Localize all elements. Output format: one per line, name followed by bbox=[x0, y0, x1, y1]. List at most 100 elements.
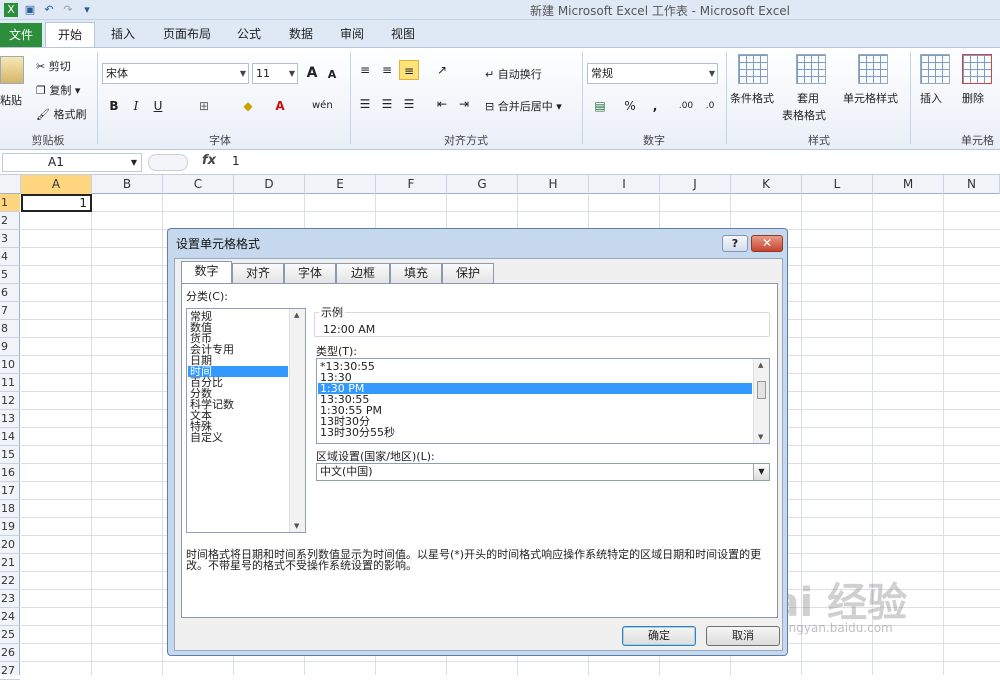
cancel-button[interactable]: 取消 bbox=[706, 626, 780, 646]
row-header[interactable]: 3 bbox=[0, 230, 20, 248]
column-header[interactable]: F bbox=[376, 175, 447, 194]
cell-a1[interactable]: 1 bbox=[21, 194, 92, 212]
column-header[interactable]: B bbox=[92, 175, 163, 194]
column-header[interactable]: J bbox=[660, 175, 731, 194]
phonetic-icon[interactable]: wén bbox=[312, 96, 333, 116]
scroll-up-icon[interactable]: ▲ bbox=[294, 311, 299, 319]
percent-button[interactable]: % bbox=[620, 96, 640, 116]
conditional-format-button[interactable]: 条件格式 bbox=[730, 90, 774, 106]
font-size-combo[interactable]: 11 ▼ bbox=[252, 63, 298, 84]
column-header[interactable]: L bbox=[802, 175, 873, 194]
delete-cells-icon[interactable] bbox=[962, 54, 992, 84]
formula-bar-resize-handle[interactable] bbox=[148, 154, 188, 171]
row-header[interactable]: 23 bbox=[0, 590, 20, 608]
row-header[interactable]: 25 bbox=[0, 626, 20, 644]
undo-icon[interactable]: ↶ bbox=[42, 3, 56, 17]
type-scrollbar[interactable]: ▲ ▼ bbox=[753, 359, 769, 443]
row-header[interactable]: 1 bbox=[0, 194, 20, 212]
number-format-combo[interactable]: 常规 ▼ bbox=[587, 63, 718, 84]
row-header[interactable]: 27 bbox=[0, 662, 20, 680]
column-header[interactable]: E bbox=[305, 175, 376, 194]
row-header[interactable]: 17 bbox=[0, 482, 20, 500]
align-right-icon[interactable]: ☰ bbox=[399, 94, 419, 114]
scroll-up-icon[interactable]: ▲ bbox=[758, 361, 763, 369]
italic-button[interactable]: I bbox=[126, 96, 146, 116]
row-header[interactable]: 18 bbox=[0, 500, 20, 518]
row-header[interactable]: 4 bbox=[0, 248, 20, 266]
row-header[interactable]: 12 bbox=[0, 392, 20, 410]
underline-button[interactable]: U bbox=[148, 96, 168, 116]
row-header[interactable]: 6 bbox=[0, 284, 20, 302]
list-item[interactable]: 自定义 bbox=[188, 432, 288, 443]
category-list[interactable]: 常规 数值 货币 会计专用 日期 时间 百分比 分数 科学记数 文本 特殊 自定… bbox=[186, 308, 306, 533]
column-header[interactable]: M bbox=[873, 175, 944, 194]
font-color-icon[interactable]: A bbox=[270, 96, 290, 116]
insert-function-button[interactable]: fx bbox=[202, 153, 216, 168]
align-center-icon[interactable]: ☰ bbox=[377, 94, 397, 114]
cut-button[interactable]: ✂ 剪切 bbox=[36, 58, 71, 74]
row-header[interactable]: 11 bbox=[0, 374, 20, 392]
border-icon[interactable]: ⊞ bbox=[194, 96, 214, 116]
row-header[interactable]: 8 bbox=[0, 320, 20, 338]
redo-icon[interactable]: ↷ bbox=[61, 3, 75, 17]
format-painter-button[interactable]: 🖌 格式刷 bbox=[36, 106, 86, 122]
tab-protection[interactable]: 保护 bbox=[442, 263, 494, 283]
column-header[interactable]: I bbox=[589, 175, 660, 194]
column-header[interactable]: H bbox=[518, 175, 589, 194]
row-header[interactable]: 19 bbox=[0, 518, 20, 536]
tab-home[interactable]: 开始 bbox=[45, 22, 95, 47]
column-header[interactable]: N bbox=[944, 175, 1000, 194]
font-name-combo[interactable]: 宋体 ▼ bbox=[102, 63, 249, 84]
formula-input[interactable]: 1 bbox=[232, 154, 240, 168]
column-header[interactable]: G bbox=[447, 175, 518, 194]
increase-indent-icon[interactable]: ⇥ bbox=[454, 94, 474, 114]
row-header[interactable]: 24 bbox=[0, 608, 20, 626]
name-box[interactable]: A1 ▼ bbox=[2, 153, 142, 172]
row-header[interactable]: 5 bbox=[0, 266, 20, 284]
tab-data[interactable]: 数据 bbox=[284, 24, 318, 47]
row-header[interactable]: 7 bbox=[0, 302, 20, 320]
scroll-down-icon[interactable]: ▼ bbox=[758, 433, 763, 441]
list-item[interactable]: 13时30分55秒 bbox=[318, 427, 752, 438]
row-header[interactable]: 2 bbox=[0, 212, 20, 230]
tab-view[interactable]: 视图 bbox=[386, 24, 420, 47]
tab-font[interactable]: 字体 bbox=[284, 263, 336, 283]
locale-select[interactable]: 中文(中国) ▼ bbox=[316, 463, 770, 481]
shrink-font-button[interactable]: A bbox=[322, 65, 342, 85]
column-header[interactable]: D bbox=[234, 175, 305, 194]
row-header[interactable]: 21 bbox=[0, 554, 20, 572]
column-header[interactable]: K bbox=[731, 175, 802, 194]
row-header[interactable]: 22 bbox=[0, 572, 20, 590]
tab-border[interactable]: 边框 bbox=[336, 263, 390, 283]
list-item[interactable]: 13:30:55 bbox=[318, 394, 752, 405]
decrease-decimal-icon[interactable]: .0 bbox=[700, 96, 720, 116]
align-top-icon[interactable]: ≡ bbox=[355, 60, 375, 80]
paste-button[interactable]: 粘贴 bbox=[0, 92, 22, 108]
format-as-table-button-line2[interactable]: 表格格式 bbox=[782, 107, 826, 123]
insert-cells-button[interactable]: 插入 bbox=[920, 90, 942, 106]
grow-font-button[interactable]: A bbox=[302, 63, 322, 83]
close-button[interactable]: ✕ bbox=[751, 235, 783, 252]
cell-styles-icon[interactable] bbox=[858, 54, 888, 84]
row-header[interactable]: 13 bbox=[0, 410, 20, 428]
format-as-table-button-line1[interactable]: 套用 bbox=[797, 90, 819, 106]
orientation-icon[interactable]: ↗ bbox=[432, 60, 452, 80]
help-button[interactable]: ? bbox=[722, 235, 748, 252]
decrease-indent-icon[interactable]: ⇤ bbox=[432, 94, 452, 114]
type-list[interactable]: *13:30:55 13:30 1:30 PM 13:30:55 1:30:55… bbox=[316, 358, 770, 444]
cell-styles-button[interactable]: 单元格样式 bbox=[843, 90, 898, 106]
row-header[interactable]: 14 bbox=[0, 428, 20, 446]
bold-button[interactable]: B bbox=[104, 96, 124, 116]
conditional-format-icon[interactable] bbox=[738, 54, 768, 84]
wrap-text-button[interactable]: ↵ 自动换行 bbox=[485, 66, 542, 82]
row-header[interactable]: 15 bbox=[0, 446, 20, 464]
list-item[interactable]: 1:30:55 PM bbox=[318, 405, 752, 416]
align-middle-icon[interactable]: ≡ bbox=[377, 60, 397, 80]
scroll-down-icon[interactable]: ▼ bbox=[294, 522, 299, 530]
row-header[interactable]: 16 bbox=[0, 464, 20, 482]
tab-review[interactable]: 审阅 bbox=[335, 24, 369, 47]
tab-insert[interactable]: 插入 bbox=[105, 24, 141, 47]
row-header[interactable]: 20 bbox=[0, 536, 20, 554]
column-header[interactable]: A bbox=[21, 175, 92, 194]
select-all-corner[interactable] bbox=[0, 175, 21, 194]
